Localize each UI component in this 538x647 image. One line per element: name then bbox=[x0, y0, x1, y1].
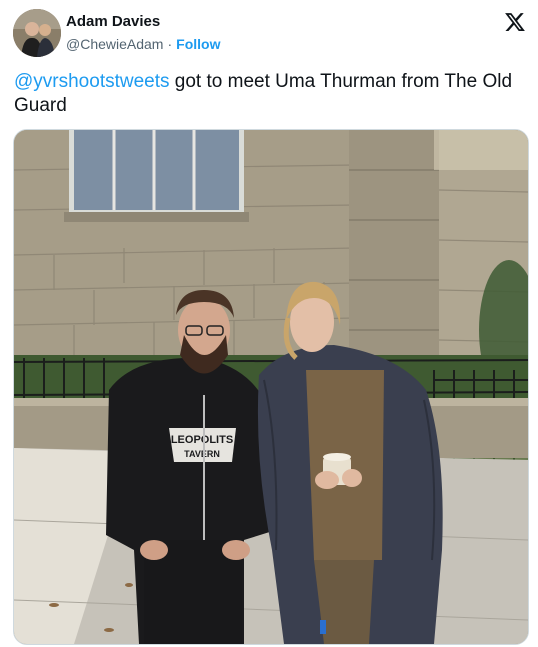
x-logo-icon[interactable] bbox=[504, 11, 526, 33]
hoodie-print: LEOPOLITS TAVERN bbox=[169, 428, 236, 462]
author-meta: @ChewieAdam · Follow bbox=[66, 36, 220, 52]
avatar[interactable] bbox=[13, 9, 61, 57]
tweet-text: @yvrshootstweets got to meet Uma Thurman… bbox=[14, 70, 524, 118]
separator-dot: · bbox=[167, 36, 173, 52]
follow-button[interactable]: Follow bbox=[176, 36, 220, 52]
hoodie-print-line1: LEOPOLITS bbox=[171, 434, 233, 446]
hoodie-print-line2: TAVERN bbox=[184, 449, 220, 459]
tweet-header: Adam Davies @ChewieAdam · Follow bbox=[0, 0, 538, 62]
author-name[interactable]: Adam Davies bbox=[66, 13, 160, 30]
window bbox=[64, 130, 249, 222]
tweet-photo[interactable]: LEOPOLITS TAVERN bbox=[13, 129, 529, 645]
author-handle[interactable]: @ChewieAdam bbox=[66, 36, 163, 52]
mention-link[interactable]: @yvrshootstweets bbox=[14, 71, 170, 92]
